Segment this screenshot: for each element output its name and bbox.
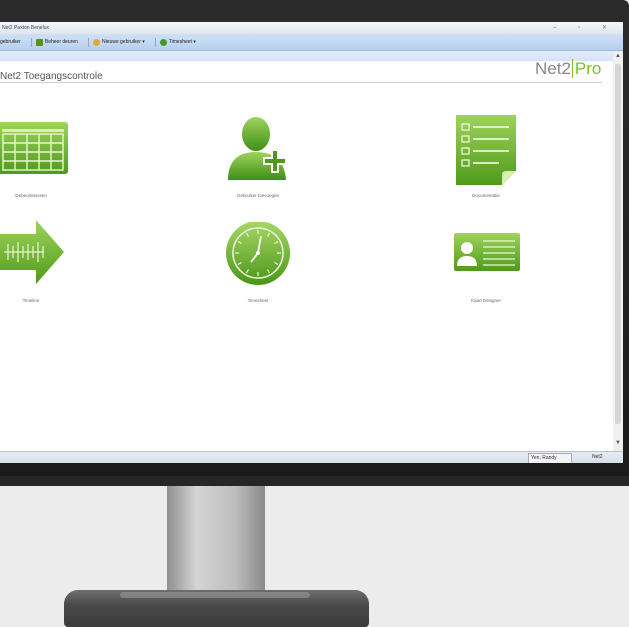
title-divider	[0, 82, 602, 83]
status-logo: Net2	[592, 454, 603, 460]
toolbar-separator	[87, 37, 89, 47]
logo-net2: Net2	[535, 59, 571, 78]
add-user-icon	[228, 117, 287, 180]
scrollbar-thumb[interactable]	[615, 64, 621, 424]
toolbar-timesheet-button[interactable]: Timesheet ▾	[159, 38, 196, 46]
toolbar-doors-button[interactable]: Beheer deuren	[35, 38, 78, 46]
tile-label-timeline: Timeline	[22, 298, 40, 303]
toolbar-new-user-button[interactable]: Nieuwe gebruiker ▾	[92, 38, 145, 46]
window-titlebar: Net2 Paxton Benelux – ▫ ✕	[0, 22, 623, 34]
tile-kaart-designer[interactable]	[453, 232, 521, 272]
tile-gebruiker-toevoegen[interactable]	[226, 114, 290, 184]
chevron-down-icon: ▾	[140, 39, 145, 45]
tile-label-gebeurtenissen: Gebeurtenissen	[15, 193, 47, 198]
toolbar-separator	[30, 37, 32, 47]
calendar-icon	[0, 122, 68, 174]
tile-timeline[interactable]	[0, 220, 66, 284]
tile-gebeurtenissen[interactable]	[0, 120, 70, 180]
window-controls[interactable]: – ▫ ✕	[553, 22, 617, 34]
ribbon-band	[0, 51, 623, 61]
monitor-stand-neck	[167, 486, 265, 594]
monitor-bezel: Net2 Paxton Benelux – ▫ ✕ gebruiker Behe…	[0, 0, 629, 486]
logo-pro: Pro	[571, 59, 602, 78]
timeline-arrow-icon	[0, 220, 64, 284]
chevron-down-icon: ▾	[191, 39, 196, 45]
monitor-chin	[0, 476, 629, 486]
clock-icon	[159, 38, 167, 46]
monitor-base-highlight	[120, 592, 310, 598]
tile-label-gebruiker-toevoegen: Gebruiker toevoegen	[236, 193, 280, 198]
tile-label-documentatie: Documentatie	[472, 193, 500, 198]
tile-label-kaart-designer: Kaart Designer	[470, 298, 502, 303]
vertical-scrollbar[interactable]: ▲ ▼	[613, 52, 623, 451]
window-title: Net2 Paxton Benelux	[2, 25, 49, 31]
toolbar-new-user-label: Nieuwe gebruiker	[101, 39, 141, 45]
scroll-up-icon[interactable]: ▲	[615, 53, 621, 59]
tile-documentatie[interactable]	[455, 114, 519, 186]
door-icon	[35, 38, 43, 46]
id-card-icon	[454, 233, 520, 271]
toolbar-doors-label: Beheer deuren	[44, 39, 78, 45]
clock-icon	[226, 221, 290, 285]
page-title: Net2 Toegangscontrole	[0, 71, 103, 82]
tile-timesheet[interactable]	[225, 221, 291, 288]
toolbar: gebruiker Beheer deuren Nieuwe gebruiker…	[0, 34, 623, 51]
toolbar-user-button[interactable]: gebruiker	[0, 39, 21, 45]
tile-label-timesheet: Timesheet	[247, 298, 269, 303]
taskbar	[0, 463, 623, 476]
toolbar-separator	[154, 37, 156, 47]
main-content	[0, 62, 613, 451]
toolbar-timesheet-label: Timesheet	[168, 39, 192, 45]
document-icon	[456, 115, 516, 185]
toolbar-user-label: gebruiker	[0, 39, 21, 45]
screen: Net2 Paxton Benelux – ▫ ✕ gebruiker Behe…	[0, 22, 623, 476]
add-user-icon	[92, 38, 100, 46]
scroll-down-icon[interactable]: ▼	[615, 440, 621, 446]
net2pro-logo: Net2 Pro	[535, 59, 602, 79]
